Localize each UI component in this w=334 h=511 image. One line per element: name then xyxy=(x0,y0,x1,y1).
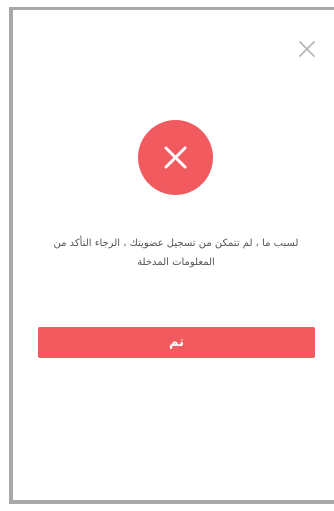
close-button[interactable] xyxy=(296,38,318,60)
error-dialog: لسبب ما ، لم تتمكن من تسجيل عضويتك ، الر… xyxy=(13,10,334,500)
error-status-badge xyxy=(138,120,213,195)
error-x-icon xyxy=(164,146,187,169)
frame-border-bottom xyxy=(9,500,334,504)
close-icon[interactable] xyxy=(296,38,318,60)
error-message: لسبب ما ، لم تتمكن من تسجيل عضويتك ، الر… xyxy=(53,238,299,268)
done-button[interactable]: تم xyxy=(38,327,315,358)
screen-frame: لسبب ما ، لم تتمكن من تسجيل عضويتك ، الر… xyxy=(0,0,334,511)
